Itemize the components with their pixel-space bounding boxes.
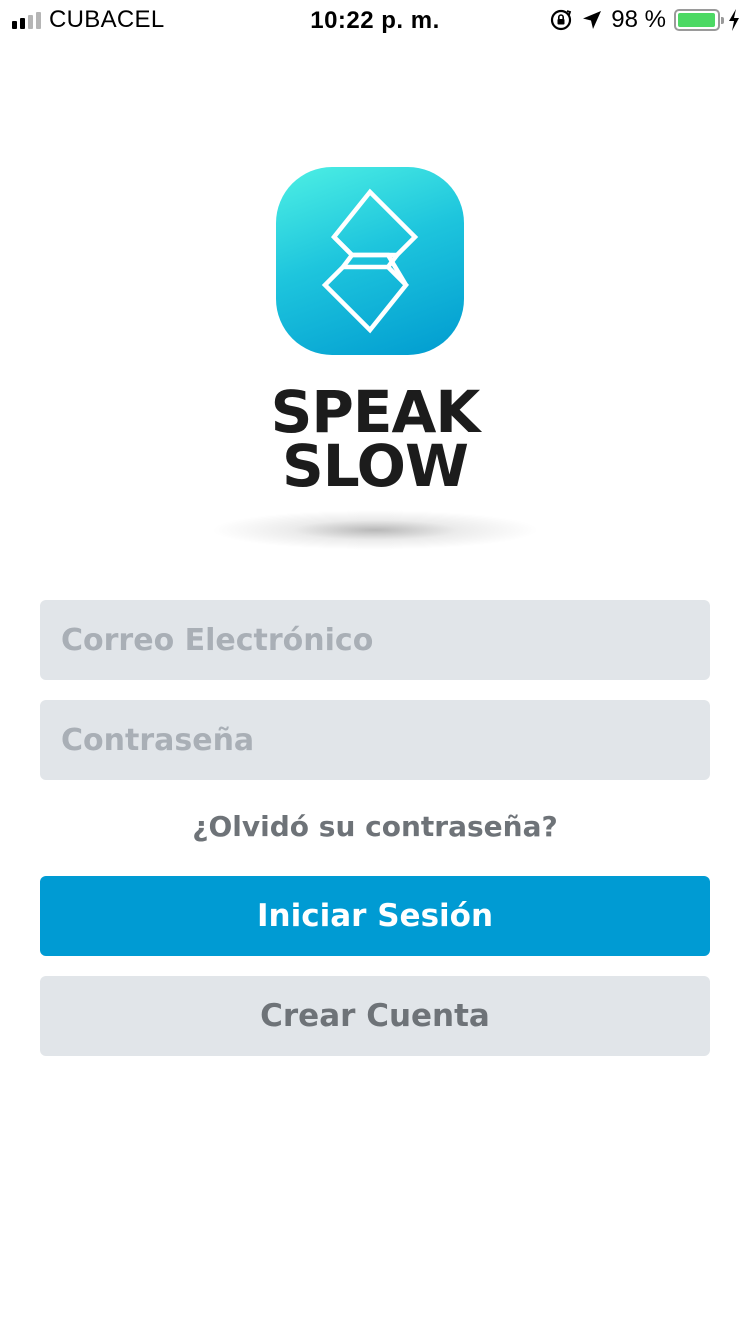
wordmark-line-2: SLOW [282, 432, 469, 500]
status-right: 98 % [549, 6, 740, 33]
forgot-password-link[interactable]: ¿Olvidó su contraseña? [0, 810, 750, 843]
login-button[interactable]: Iniciar Sesión [40, 876, 710, 956]
wordmark-line-1: SPEAK [270, 378, 481, 446]
orientation-lock-icon [551, 9, 572, 31]
logo-shadow [210, 510, 540, 550]
battery-percent: 98 % [611, 6, 666, 33]
battery-cap [721, 17, 724, 24]
create-account-button[interactable]: Crear Cuenta [40, 976, 710, 1056]
password-field[interactable] [40, 700, 710, 780]
speakslow-emblem-icon [321, 188, 419, 334]
app-wordmark: SPEAK SLOW [0, 378, 750, 500]
status-bar: CUBACEL 10:22 p. m. 98 % [0, 0, 750, 40]
email-field[interactable] [40, 600, 710, 680]
app-logo-icon [276, 167, 464, 355]
charging-bolt-icon [729, 9, 739, 31]
battery-level-fill [678, 13, 716, 27]
battery-icon [674, 9, 724, 31]
location-arrow-icon [583, 11, 602, 29]
